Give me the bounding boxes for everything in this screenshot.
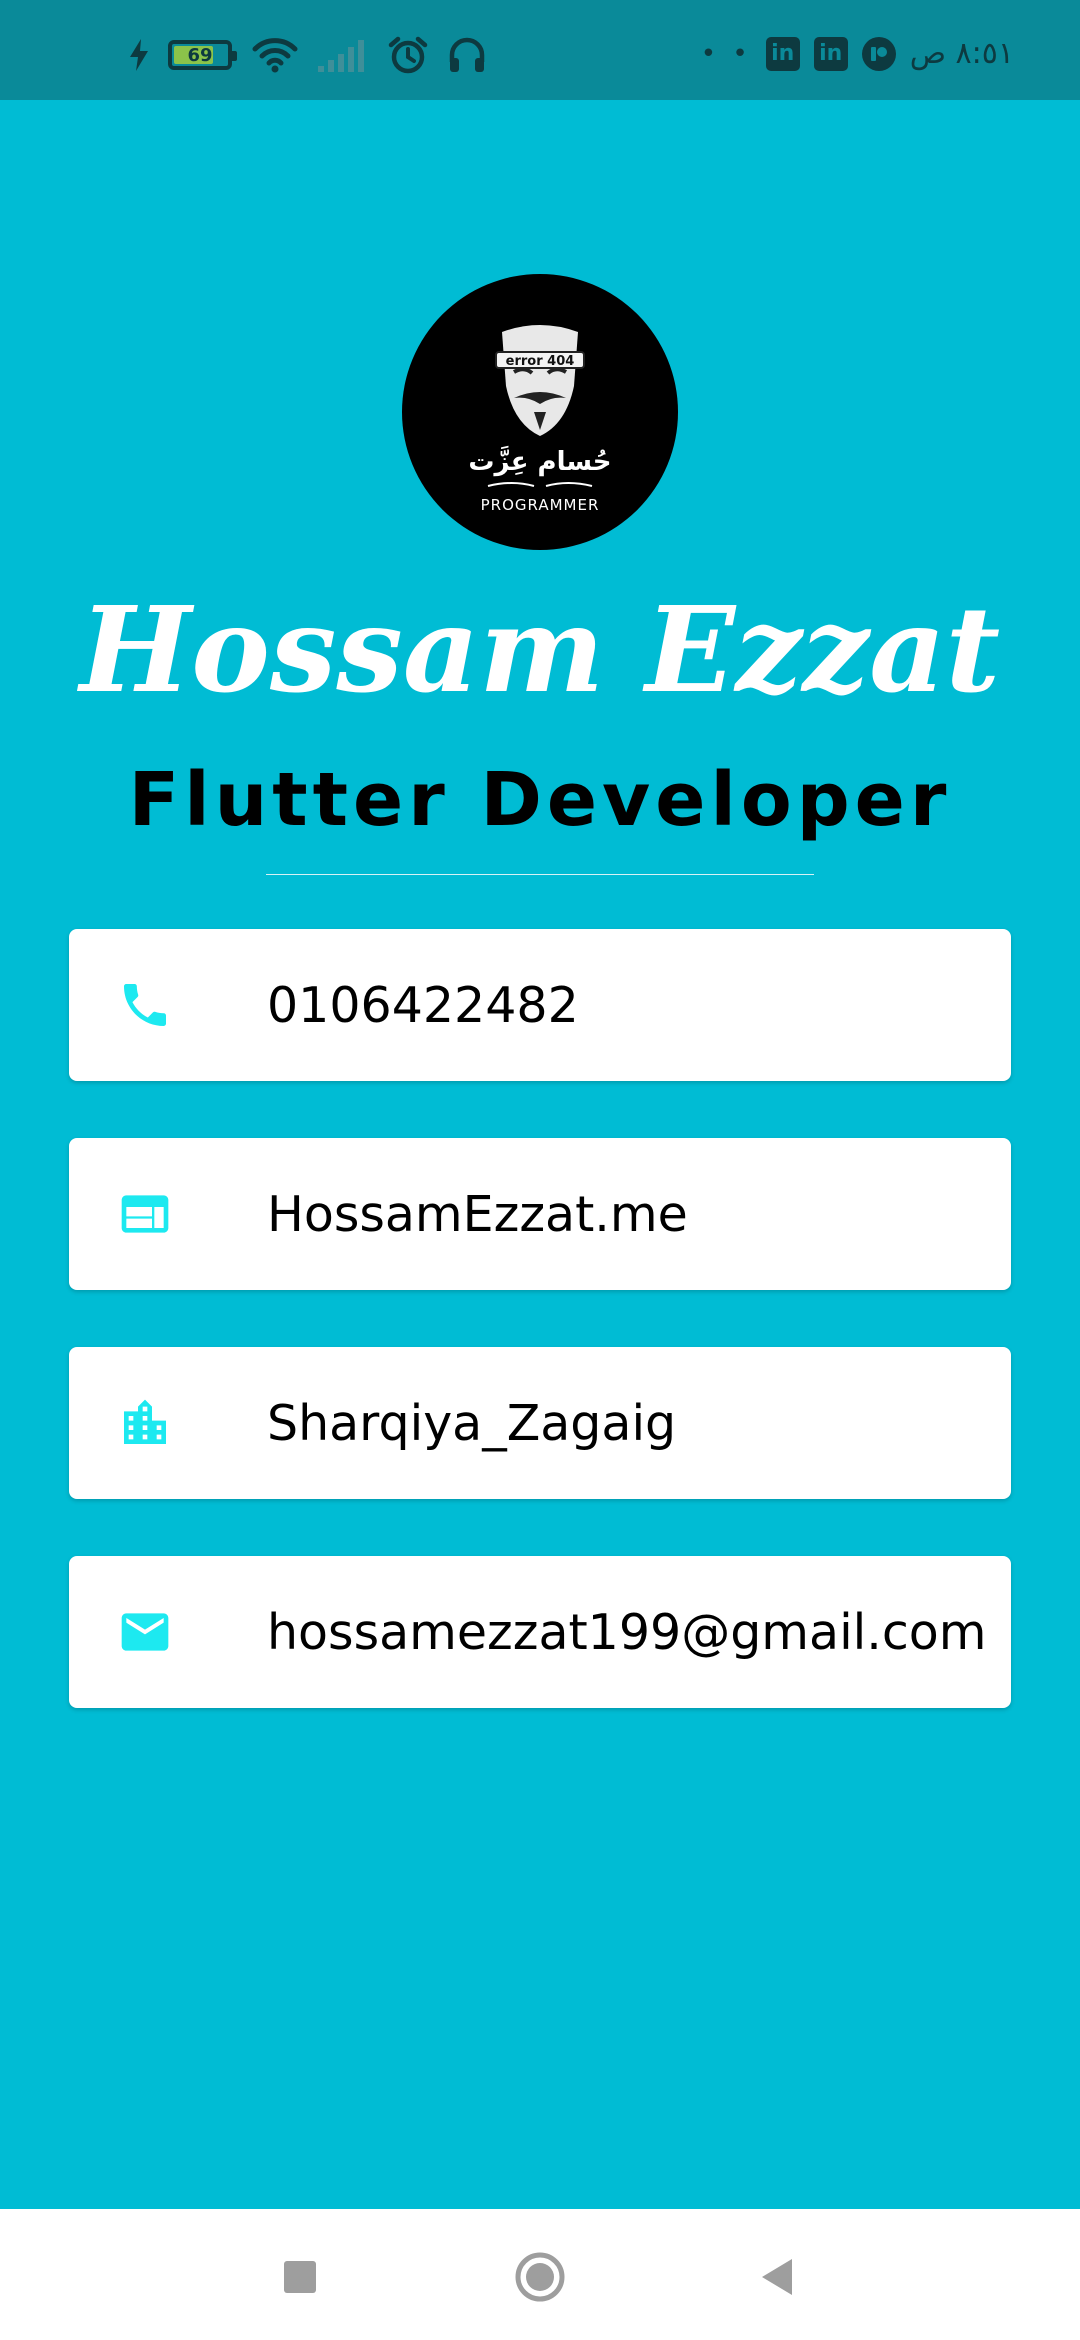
contact-card-location[interactable]: Sharqiya_Zagaig: [69, 1347, 1011, 1499]
profile-name: Hossam Ezzat: [79, 580, 1001, 719]
back-button[interactable]: [750, 2249, 806, 2305]
contact-card-phone[interactable]: 0106422482: [69, 929, 1011, 1081]
contact-card-email[interactable]: hossamezzat199@gmail.com: [69, 1556, 1011, 1708]
contact-email-value: hossamezzat199@gmail.com: [267, 1603, 987, 1661]
alarm-icon: [388, 36, 428, 74]
profile-role: Flutter Developer: [128, 757, 952, 843]
linkedin-icon: in: [765, 36, 800, 71]
headphones-icon: [449, 37, 485, 72]
contact-card-web[interactable]: HossamEzzat.me: [69, 1138, 1011, 1290]
divider: [266, 874, 814, 875]
web-icon: [121, 1195, 169, 1233]
avatar-arabic-text: حُسام عِزَّت: [468, 445, 611, 477]
avatar-band-text: error 404: [506, 354, 575, 369]
phone-icon: [124, 984, 166, 1026]
app-notification-icon: [861, 36, 896, 71]
location-city-icon: [124, 1399, 166, 1444]
contact-phone-value: 0106422482: [267, 976, 579, 1034]
anonymous-mask-avatar-icon: error 404 حُسام عِزَّت PROGRAMMER: [468, 325, 612, 514]
linkedin-icon: in: [813, 36, 848, 71]
recents-button[interactable]: [272, 2249, 328, 2305]
contact-web-value: HossamEzzat.me: [267, 1185, 688, 1243]
home-button[interactable]: [512, 2249, 568, 2305]
signal-icon: [318, 40, 364, 72]
contact-location-value: Sharqiya_Zagaig: [267, 1394, 677, 1452]
status-bar: 69 • • in in ٨:٥١ ص: [0, 0, 1080, 100]
battery-icon: 69: [168, 40, 237, 70]
avatar-subtitle-text: PROGRAMMER: [481, 496, 600, 514]
navigation-bar: [0, 2209, 1080, 2340]
status-icons-left: 69: [130, 36, 486, 74]
charging-icon: [130, 39, 148, 71]
battery-level: 69: [187, 44, 213, 66]
avatar: error 404 حُسام عِزَّت PROGRAMMER: [402, 274, 678, 550]
status-time: ٨:٥١ ص: [909, 36, 1014, 71]
overflow-dots: • •: [700, 38, 752, 69]
email-icon: [121, 1613, 169, 1651]
status-icons-right: • • in in ٨:٥١ ص: [701, 36, 1014, 71]
wifi-icon: [252, 38, 298, 73]
